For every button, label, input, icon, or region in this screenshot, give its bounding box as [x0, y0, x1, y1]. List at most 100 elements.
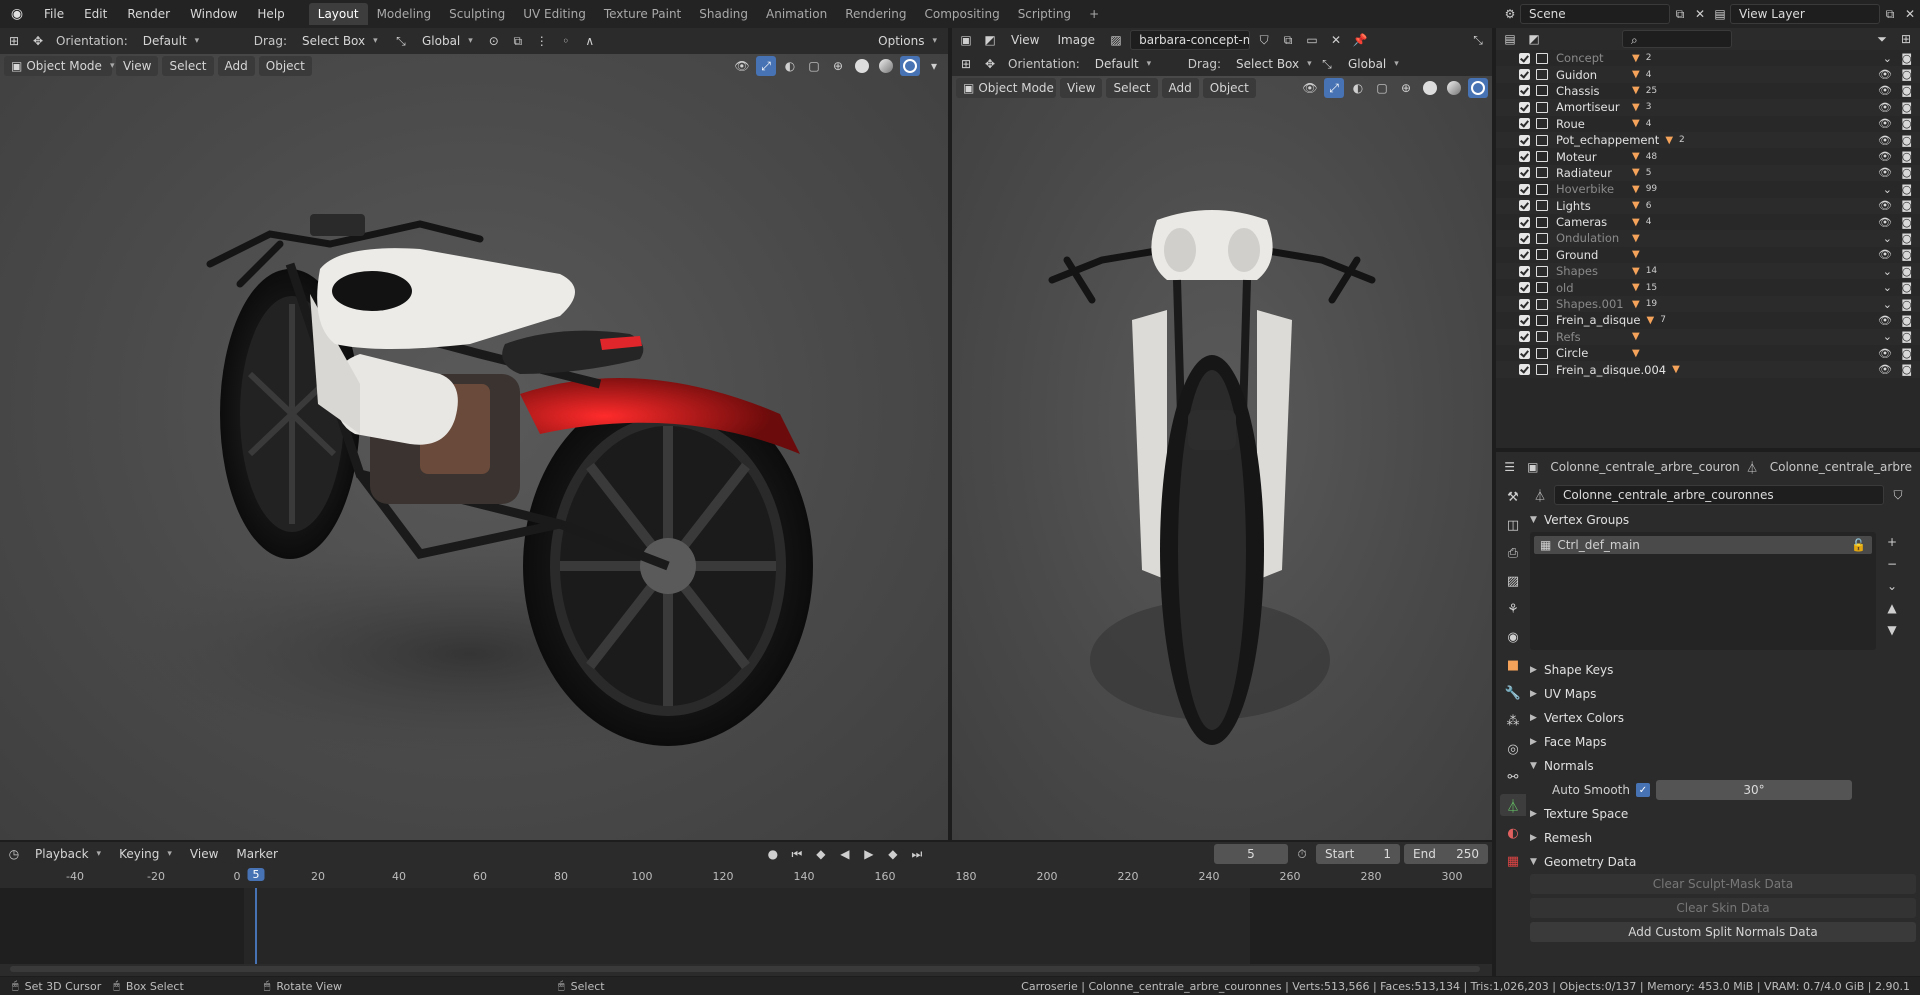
visibility-eye-icon[interactable]: 👁	[1878, 101, 1892, 114]
outliner-search-input[interactable]: ⌕	[1622, 30, 1732, 48]
editor-type-icon[interactable]: ⊞	[4, 31, 24, 51]
timeline-ruler[interactable]: -40 -20 0 20 40 60 80 100 120 140 160 180 200 220 240 2…	[0, 866, 1492, 888]
shading-options-icon[interactable]: ▾	[924, 56, 944, 76]
visibility-icon[interactable]: 👁	[732, 56, 752, 76]
scene-selector[interactable]: Scene	[1520, 4, 1670, 24]
rendered-shading-icon[interactable]	[900, 56, 920, 76]
viewport-3d-left[interactable]	[0, 54, 948, 840]
vertex-groups-header[interactable]: ▼ Vertex Groups	[1530, 508, 1916, 532]
outliner-item-name[interactable]: old	[1556, 281, 1626, 295]
outliner-row[interactable]: Lights ▼ 6 👁 ◙	[1496, 197, 1920, 214]
outliner-item-name[interactable]: Lights	[1556, 199, 1626, 213]
add-workspace-button[interactable]: +	[1080, 3, 1108, 25]
add-menu[interactable]: Add	[217, 56, 255, 76]
render-camera-icon[interactable]: ◙	[1901, 232, 1912, 245]
visibility-eye-icon[interactable]: ⌄	[1883, 232, 1892, 245]
outliner-editor-type-icon[interactable]: ▤	[1500, 29, 1520, 49]
transform-space-dropdown[interactable]: Global	[414, 31, 480, 51]
proportional-edit-icon[interactable]: ◦	[556, 31, 576, 51]
shape-keys-header[interactable]: ▶ Shape Keys	[1530, 658, 1916, 682]
workspace-tab-modeling[interactable]: Modeling	[368, 3, 441, 25]
visibility-eye-icon[interactable]: 👁	[1878, 347, 1892, 360]
exclude-checkbox[interactable]	[1519, 298, 1530, 310]
move-up-icon[interactable]: ▲	[1882, 598, 1902, 618]
render-camera-icon[interactable]: ◙	[1901, 150, 1912, 163]
exclude-checkbox[interactable]	[1519, 85, 1530, 97]
tool-tab-icon[interactable]: ⚒	[1500, 486, 1526, 508]
right-gizmo-icon[interactable]: ⤢	[1324, 78, 1344, 98]
constraints-tab-icon[interactable]: ⚯	[1500, 766, 1526, 788]
mesh-browse-icon[interactable]: ⏃	[1530, 485, 1550, 505]
transform-orientation-icon[interactable]: ⤡	[391, 31, 411, 51]
workspace-tab-texture-paint[interactable]: Texture Paint	[595, 3, 690, 25]
world-tab-icon[interactable]: ◉	[1500, 626, 1526, 648]
render-camera-icon[interactable]: ◙	[1901, 248, 1912, 261]
exclude-checkbox[interactable]	[1519, 249, 1530, 261]
exclude-checkbox[interactable]	[1519, 265, 1530, 277]
outliner-row[interactable]: old ▼ 15 ⌄ ◙	[1496, 279, 1920, 295]
outliner-item-name[interactable]: Hoverbike	[1556, 182, 1626, 196]
falloff-icon[interactable]: ∧	[580, 31, 600, 51]
marker-menu[interactable]: Marker	[229, 844, 285, 864]
outliner-item-name[interactable]: Chassis	[1556, 84, 1626, 98]
object-menu[interactable]: Object	[258, 56, 312, 76]
snap-icon[interactable]: ⧉	[508, 31, 528, 51]
render-camera-icon[interactable]: ◙	[1901, 166, 1912, 179]
outliner-row[interactable]: Frein_a_disque.004 ▼ 👁 ◙	[1496, 361, 1920, 378]
workspace-tab-sculpting[interactable]: Sculpting	[440, 3, 514, 25]
drag-dropdown[interactable]: Select Box	[294, 31, 387, 51]
exclude-checkbox[interactable]	[1519, 69, 1530, 81]
visibility-eye-icon[interactable]: 👁	[1878, 150, 1892, 163]
menu-render[interactable]: Render	[117, 3, 180, 25]
right-xray-icon[interactable]: ▢	[1372, 78, 1392, 98]
gizmo-icon[interactable]: ⤢	[756, 56, 776, 76]
exclude-checkbox[interactable]	[1519, 314, 1530, 326]
outliner-row[interactable]: Ondulation ▼ ⌄ ◙	[1496, 230, 1920, 247]
outliner-item-name[interactable]: Frein_a_disque.004	[1556, 363, 1666, 377]
material-shading-icon[interactable]	[876, 56, 896, 76]
render-camera-icon[interactable]: ◙	[1901, 134, 1912, 147]
current-frame-field[interactable]: 5	[1214, 844, 1288, 864]
render-tab-icon[interactable]: ◫	[1500, 514, 1526, 536]
delete-scene-icon[interactable]: ✕	[1690, 4, 1710, 24]
menu-help[interactable]: Help	[247, 3, 294, 25]
fake-user-icon[interactable]: ⛉	[1254, 30, 1274, 50]
outliner-item-name[interactable]: Circle	[1556, 346, 1626, 360]
select-menu[interactable]: Select	[162, 56, 214, 76]
open-image-icon[interactable]: ▭	[1302, 30, 1322, 50]
outliner-row[interactable]: Cameras ▼ 4 👁 ◙	[1496, 214, 1920, 230]
exclude-checkbox[interactable]	[1519, 331, 1530, 343]
filter-icon[interactable]: ⏷	[1872, 29, 1892, 49]
duplicate-image-icon[interactable]: ⧉	[1278, 30, 1298, 50]
visibility-eye-icon[interactable]: ⌄	[1883, 281, 1892, 294]
particles-tab-icon[interactable]: ⁂	[1500, 710, 1526, 732]
outliner-item-name[interactable]: Moteur	[1556, 150, 1626, 164]
render-camera-icon[interactable]: ◙	[1901, 330, 1912, 343]
right-transform-tool-icon[interactable]: ✥	[980, 54, 1000, 74]
exclude-checkbox[interactable]	[1519, 134, 1530, 146]
add-vertex-group-icon[interactable]: +	[1882, 532, 1902, 552]
right-rendered-icon[interactable]	[1468, 78, 1488, 98]
texture-space-header[interactable]: ▶ Texture Space	[1530, 802, 1916, 826]
right-editor-type-icon[interactable]: ⊞	[956, 54, 976, 74]
visibility-eye-icon[interactable]: 👁	[1878, 117, 1892, 130]
image-gizmo-icon[interactable]: ⤡	[1468, 30, 1488, 50]
timeline-view-menu[interactable]: View	[182, 844, 226, 864]
render-camera-icon[interactable]: ◙	[1901, 68, 1912, 81]
visibility-eye-icon[interactable]: 👁	[1878, 199, 1892, 212]
view-mode-icon[interactable]: ◩	[980, 30, 1000, 50]
outliner-row[interactable]: Chassis ▼ 25 👁 ◙	[1496, 83, 1920, 99]
exclude-checkbox[interactable]	[1519, 200, 1530, 212]
view-menu[interactable]: View	[116, 56, 159, 76]
outliner-row[interactable]: Concept ▼ 2 ⌄ ◙	[1496, 50, 1920, 66]
mesh-name-field[interactable]: Colonne_centrale_arbre_couronnes	[1554, 485, 1884, 505]
display-mode-icon[interactable]: ◩	[1524, 29, 1544, 49]
vertex-group-specials-icon[interactable]: ⌄	[1882, 576, 1902, 596]
visibility-eye-icon[interactable]: 👁	[1878, 166, 1892, 179]
outliner-row[interactable]: Pot_echappement ▼ 2 👁 ◙	[1496, 131, 1920, 149]
clear-skin-button[interactable]: Clear Skin Data	[1530, 898, 1916, 918]
outliner-item-name[interactable]: Radiateur	[1556, 166, 1626, 180]
start-frame-field[interactable]: Start 1	[1316, 844, 1400, 864]
stopwatch-icon[interactable]: ⏱	[1292, 844, 1312, 864]
keying-menu[interactable]: Keying	[112, 844, 179, 864]
